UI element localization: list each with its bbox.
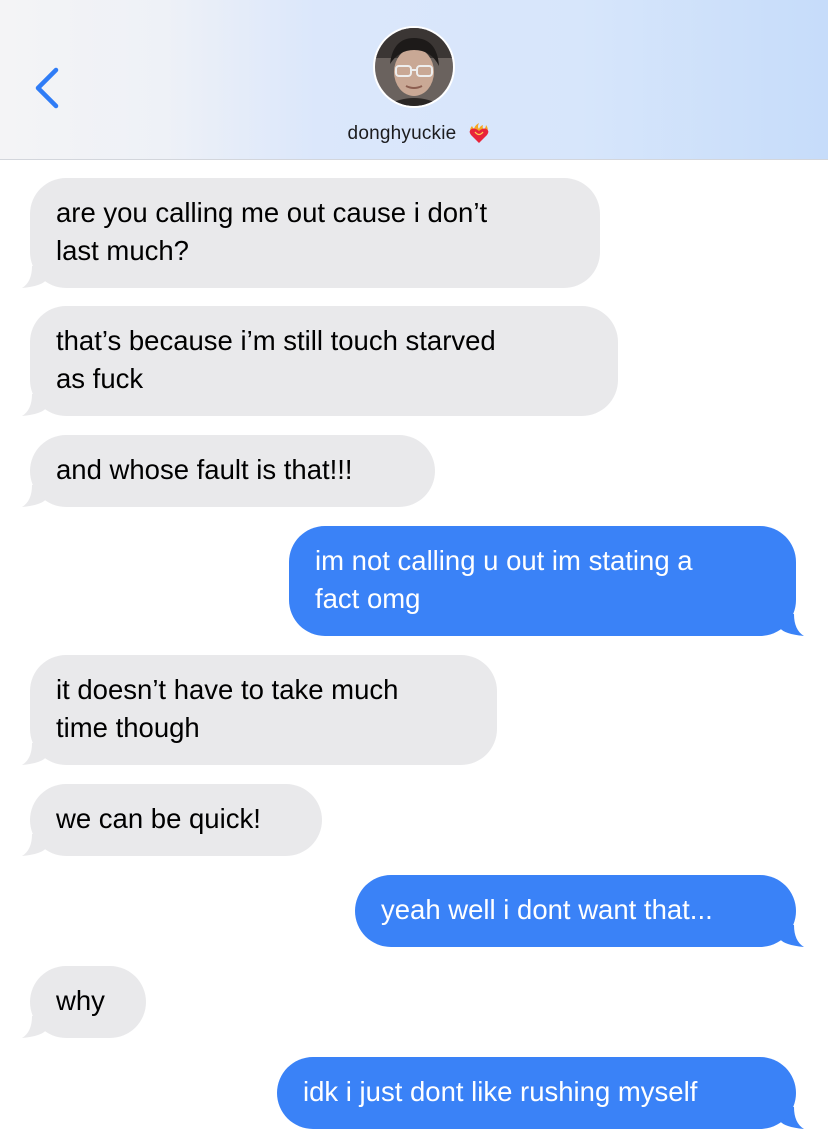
outgoing-message-bubble[interactable]: im not calling u out im stating a fact om…	[289, 526, 796, 636]
incoming-message-bubble[interactable]: why	[30, 966, 146, 1038]
incoming-message-bubble[interactable]: are you calling me out cause i don’t last…	[30, 178, 600, 288]
outgoing-message-bubble[interactable]: yeah well i dont want that...	[355, 875, 796, 947]
message-text-line: idk i just dont like rushing myself	[303, 1076, 698, 1107]
incoming-message-bubble[interactable]: and whose fault is that!!!	[30, 435, 435, 507]
message-text-line: it doesn’t have to take much	[56, 674, 399, 705]
incoming-message-bubble[interactable]: that’s because i’m still touch starved as…	[30, 306, 618, 416]
message-text-line: last much?	[56, 235, 189, 266]
message-text-line: yeah well i dont want that...	[381, 894, 713, 925]
avatar[interactable]	[373, 26, 455, 108]
conversation-header: donghyuckie	[0, 0, 828, 160]
contact-name-button[interactable]: donghyuckie	[0, 118, 828, 150]
message-text-line: im not calling u out im stating a	[315, 545, 693, 576]
back-button[interactable]	[26, 62, 70, 112]
message-text-line: why	[56, 985, 105, 1016]
message-text-line: are you calling me out cause i don’t	[56, 197, 488, 228]
heart-on-fire-icon	[470, 123, 489, 143]
message-text-line: that’s because i’m still touch starved	[56, 325, 496, 356]
incoming-message-bubble[interactable]: we can be quick!	[30, 784, 322, 856]
chevron-left-icon	[35, 67, 59, 109]
message-text-line: as fuck	[56, 363, 144, 394]
outgoing-message-bubble[interactable]: idk i just dont like rushing myself	[277, 1057, 796, 1129]
contact-photo	[375, 28, 453, 106]
message-text-line: we can be quick!	[56, 803, 261, 834]
message-text-line: and whose fault is that!!!	[56, 454, 353, 485]
incoming-message-bubble[interactable]: it doesn’t have to take much time though	[30, 655, 497, 765]
message-text-line: time though	[56, 712, 200, 743]
message-text-line: fact omg	[315, 583, 421, 614]
contact-name: donghyuckie	[347, 123, 457, 144]
